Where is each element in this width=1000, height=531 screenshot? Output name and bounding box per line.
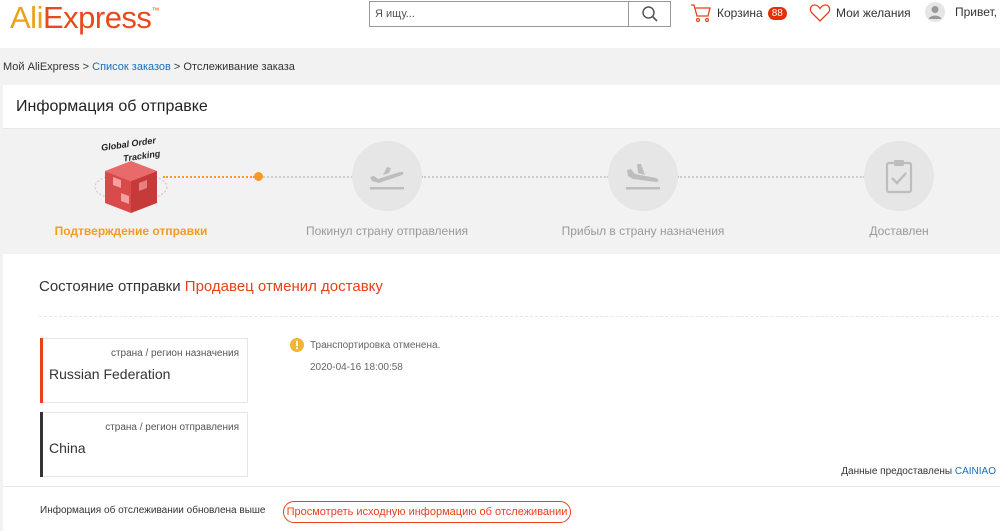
data-provider: Данные предоставлены CAINIAO: [841, 466, 996, 477]
breadcrumb-separator: >: [170, 61, 184, 73]
plane-landing-icon: [626, 164, 660, 190]
destination-label: страна / регион назначения: [110, 348, 239, 359]
clipboard-check-icon: [885, 160, 913, 194]
user-avatar-icon: [925, 2, 945, 22]
step-label-arrived: Прибыл в страну назначения: [561, 224, 725, 238]
breadcrumb-current: Отслеживание заказа: [183, 61, 295, 73]
step-label-confirmed: Подтверждение отправки: [54, 224, 208, 238]
destination-country: Russian Federation: [49, 366, 171, 382]
divider: [3, 486, 1000, 487]
user-menu[interactable]: Привет,: [925, 2, 997, 22]
plane-takeoff-icon: [370, 167, 404, 190]
event-text: Транспортировка отменена.: [310, 340, 441, 351]
cart-label: Корзина: [717, 6, 763, 20]
status-value: Продавец отменил доставку: [184, 278, 383, 295]
cart-count-badge: 88: [767, 6, 787, 20]
wishlist-link[interactable]: Мои желания: [809, 3, 911, 23]
status-label: Состояние отправки: [39, 278, 181, 295]
wishlist-label: Мои желания: [836, 6, 911, 20]
event-time: 2020-04-16 18:00:58: [310, 362, 403, 373]
logo-express-text: Express: [42, 0, 152, 35]
origin-label: страна / регион отправления: [105, 422, 239, 433]
origin-accent-bar: [40, 412, 43, 477]
progress-line: [677, 176, 865, 178]
search-input[interactable]: [370, 2, 629, 26]
breadcrumb-orders-link[interactable]: Список заказов: [92, 61, 171, 73]
step-label-delivered: Доставлен: [869, 224, 929, 238]
cart-icon: [691, 4, 711, 23]
breadcrumb-home[interactable]: Мой AliExpress: [3, 61, 80, 73]
progress-line-active: [163, 176, 255, 178]
destination-box: страна / регион назначения Russian Feder…: [40, 338, 248, 403]
logo-tm: ™: [151, 6, 159, 15]
provider-label: Данные предоставлены: [841, 466, 953, 477]
step-label-departed: Покинул страну отправления: [305, 224, 469, 238]
aliexpress-logo[interactable]: AliExpress™: [10, 0, 159, 36]
top-header: AliExpress™ Корзина 88 Мои желания: [0, 0, 1000, 48]
progress-line: [421, 176, 609, 178]
breadcrumb: Мой AliExpress > Список заказов > Отслеж…: [3, 61, 295, 73]
step-departed-icon-circle: [352, 141, 422, 211]
origin-box: страна / регион отправления China: [40, 412, 248, 477]
greeting-text: Привет,: [955, 5, 998, 19]
origin-country: China: [49, 440, 86, 456]
logo-ali-text: Ali: [10, 0, 43, 35]
cart-link[interactable]: Корзина 88: [690, 3, 787, 23]
search-button[interactable]: [628, 2, 670, 26]
view-raw-tracking-button[interactable]: Просмотреть исходную информацию об отсле…: [283, 501, 571, 523]
tracking-progress: Global Order Tracking Подтверждение отпр…: [3, 129, 1000, 254]
step-arrived-icon-circle: [608, 141, 678, 211]
shipment-status: Состояние отправки Продавец отменил дост…: [39, 278, 383, 295]
shipping-info-card: Информация об отправке Global Order Trac…: [3, 85, 1000, 531]
step-delivered-icon-circle: [864, 141, 934, 211]
warning-icon: [290, 338, 304, 352]
progress-active-dot: [254, 172, 263, 181]
heart-icon: [809, 4, 831, 22]
page-title: Информация об отправке: [16, 98, 208, 115]
cube-icon: [94, 161, 168, 213]
tracking-updated-note: Информация об отслеживании обновлена выш…: [40, 505, 266, 516]
search-icon: [641, 6, 658, 22]
destination-accent-bar: [40, 338, 43, 403]
provider-link[interactable]: CAINIAO: [955, 466, 996, 477]
search-bar: [369, 1, 671, 27]
global-order-tracking-logo: Global Order Tracking: [91, 133, 171, 215]
breadcrumb-separator: >: [79, 61, 93, 73]
divider: [39, 316, 999, 317]
progress-line: [263, 176, 353, 178]
